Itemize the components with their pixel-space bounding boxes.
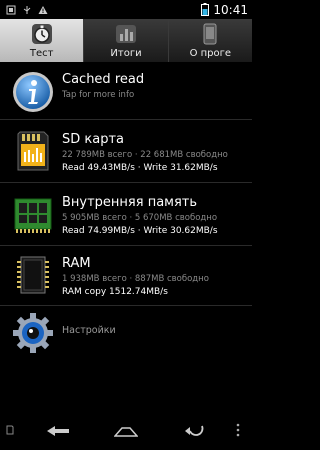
divider [0, 182, 252, 183]
item-sizes: 22 789MB всего · 22 681MB свободно [62, 150, 228, 160]
bar-chart-icon [115, 25, 136, 43]
phone-icon [203, 23, 217, 45]
divider [0, 119, 252, 120]
sim-icon [6, 5, 16, 14]
stopwatch-icon [31, 24, 52, 44]
home-button[interactable] [106, 420, 146, 442]
sd-notification-icon [6, 425, 14, 435]
status-bar: 10:41 [0, 0, 252, 19]
sd-card-icon [17, 131, 49, 171]
item-speed: Read 49.43MB/s · Write 31.62MB/s [62, 163, 218, 173]
usb-icon [23, 5, 31, 14]
overflow-icon [236, 423, 240, 437]
back-button[interactable] [38, 420, 78, 442]
info-icon [13, 72, 53, 112]
cached-read-item[interactable]: Cached read Tap for more info [0, 62, 252, 117]
item-sizes: 5 905MB всего · 5 670MB свободно [62, 213, 218, 223]
tab-label: О проге [189, 48, 232, 59]
recents-button[interactable] [174, 420, 214, 442]
item-title: Настройки [62, 325, 116, 336]
tab-label: Тест [29, 48, 54, 59]
recents-icon [185, 425, 204, 436]
item-title: RAM [62, 256, 91, 271]
back-icon [47, 426, 69, 436]
tab-results[interactable]: Итоги [84, 19, 169, 62]
tab-about[interactable]: О проге [168, 19, 252, 62]
ram-item[interactable]: RAM 1 938MB всего · 887MB свободно RAM c… [0, 248, 252, 306]
warning-icon [38, 5, 48, 14]
tab-label: Итоги [110, 48, 142, 59]
item-title: Внутренняя память [62, 195, 198, 210]
memory-module-icon [14, 198, 52, 233]
gear-icon [13, 313, 53, 353]
clock: 10:41 [213, 2, 248, 17]
internal-memory-item[interactable]: Внутренняя память 5 905MB всего · 5 670M… [0, 185, 252, 243]
chip-icon [17, 256, 49, 294]
overflow-menu-button[interactable] [236, 423, 240, 437]
navigation-bar [0, 410, 252, 450]
sd-card-item[interactable]: SD карта 22 789MB всего · 22 681MB свобо… [0, 122, 252, 180]
item-title: Cached read [62, 72, 145, 87]
home-icon [114, 427, 138, 437]
tab-test[interactable]: Тест [0, 19, 85, 62]
item-title: SD карта [62, 132, 125, 147]
battery-icon [201, 3, 210, 16]
settings-item[interactable]: Настройки [0, 308, 252, 358]
item-subtitle: Tap for more info [62, 90, 135, 100]
item-sizes: 1 938MB всего · 887MB свободно [62, 274, 209, 284]
item-speed: RAM copy 1512.74MB/s [62, 287, 168, 297]
divider [0, 305, 252, 306]
tab-bar: Тест Итоги О проге [0, 19, 252, 62]
divider [0, 245, 252, 246]
item-speed: Read 74.99MB/s · Write 30.62MB/s [62, 226, 218, 236]
